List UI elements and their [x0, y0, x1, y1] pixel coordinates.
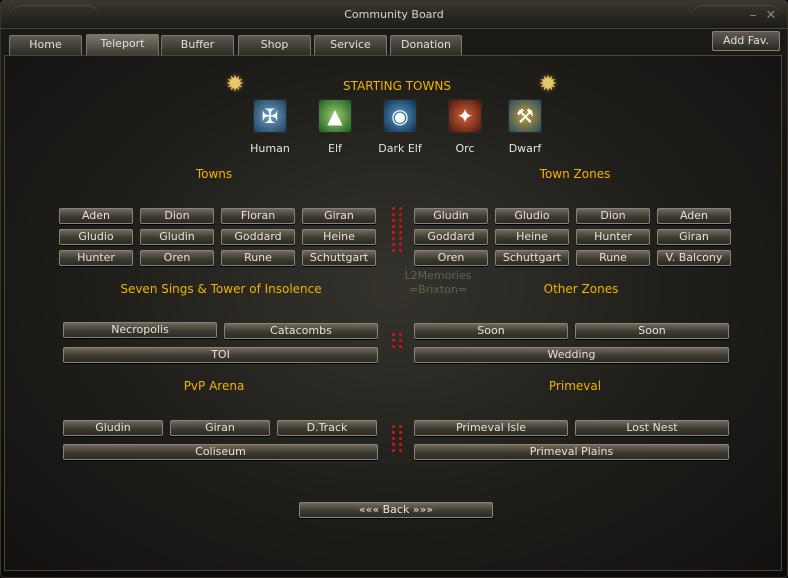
- lost-nest-button[interactable]: Lost Nest: [575, 420, 729, 436]
- sun-emblem-icon: ✹: [225, 72, 245, 97]
- zone-button-dion[interactable]: Dion: [576, 208, 650, 224]
- tab-buffer[interactable]: Buffer: [161, 35, 234, 55]
- dark-elf-crest-icon[interactable]: ◉: [383, 99, 417, 133]
- town-button-heine[interactable]: Heine: [302, 229, 376, 245]
- zone-button-schuttgart[interactable]: Schuttgart: [495, 250, 569, 266]
- zone-button-oren[interactable]: Oren: [414, 250, 488, 266]
- town-button-gludio[interactable]: Gludio: [59, 229, 133, 245]
- other-zone-soon-button[interactable]: Soon: [414, 323, 568, 339]
- primeval-isle-button[interactable]: Primeval Isle: [414, 420, 568, 436]
- zone-button-gludio[interactable]: Gludio: [495, 208, 569, 224]
- primeval-heading: Primeval: [548, 379, 602, 393]
- zone-button-aden[interactable]: Aden: [657, 208, 731, 224]
- add-fav-button[interactable]: Add Fav.: [712, 31, 780, 51]
- dwarf-crest-icon[interactable]: ⚒: [508, 99, 542, 133]
- toi-button[interactable]: TOI: [63, 347, 378, 363]
- town-button-gludin[interactable]: Gludin: [140, 229, 214, 245]
- towns-heading: Towns: [195, 167, 233, 181]
- sun-emblem-icon: ✹: [538, 72, 558, 97]
- catacombs-button[interactable]: Catacombs: [224, 323, 378, 339]
- race-label-dwarf: Dwarf: [508, 142, 542, 155]
- watermark-author: =Brixton=: [408, 283, 468, 296]
- town-button-giran[interactable]: Giran: [302, 208, 376, 224]
- seven-signs-heading: Seven Sings & Tower of Insolence: [120, 282, 322, 296]
- window-title: Community Board: [344, 8, 444, 21]
- separator-dots: [391, 425, 403, 455]
- necropolis-button[interactable]: Necropolis: [63, 322, 217, 338]
- other-zones-heading: Other Zones: [543, 282, 619, 296]
- zone-button-giran[interactable]: Giran: [657, 229, 731, 245]
- zone-button-rune[interactable]: Rune: [576, 250, 650, 266]
- town-button-aden[interactable]: Aden: [59, 208, 133, 224]
- zone-button-goddard[interactable]: Goddard: [414, 229, 488, 245]
- close-icon[interactable]: ✕: [764, 9, 778, 22]
- other-zone-soon-button[interactable]: Soon: [575, 323, 729, 339]
- watermark-server: L2Memories: [404, 269, 472, 282]
- back-button[interactable]: ««« Back »»»: [299, 502, 493, 518]
- minimize-icon[interactable]: –: [746, 9, 760, 22]
- pvp-arena-heading: PvP Arena: [183, 379, 245, 393]
- coliseum-button[interactable]: Coliseum: [63, 444, 378, 460]
- title-bar[interactable]: Community Board – ✕: [1, 1, 787, 29]
- tab-service[interactable]: Service: [314, 35, 387, 55]
- orc-crest-icon[interactable]: ✦: [448, 99, 482, 133]
- race-label-human: Human: [250, 142, 290, 155]
- town-zones-heading: Town Zones: [539, 167, 611, 181]
- town-button-rune[interactable]: Rune: [221, 250, 295, 266]
- tab-shop[interactable]: Shop: [238, 35, 311, 55]
- separator-dots: [391, 333, 403, 351]
- wedding-button[interactable]: Wedding: [414, 347, 729, 363]
- human-crest-icon[interactable]: ✠: [253, 99, 287, 133]
- tab-donation[interactable]: Donation: [390, 35, 462, 55]
- zone-button-v-balcony[interactable]: V. Balcony: [657, 250, 731, 266]
- arena-button-gludin[interactable]: Gludin: [63, 420, 163, 436]
- community-board-window: Community Board – ✕ Home Teleport Buffer…: [0, 0, 788, 578]
- elf-crest-icon[interactable]: ▲: [318, 99, 352, 133]
- zone-button-hunter[interactable]: Hunter: [576, 229, 650, 245]
- separator-dots: [391, 207, 403, 255]
- town-button-floran[interactable]: Floran: [221, 208, 295, 224]
- race-label-elf: Elf: [328, 142, 342, 155]
- tab-teleport[interactable]: Teleport: [86, 34, 159, 55]
- town-button-goddard[interactable]: Goddard: [221, 229, 295, 245]
- town-button-oren[interactable]: Oren: [140, 250, 214, 266]
- zone-button-heine[interactable]: Heine: [495, 229, 569, 245]
- town-button-schuttgart[interactable]: Schuttgart: [302, 250, 376, 266]
- race-label-dark-elf: Dark Elf: [378, 142, 422, 155]
- tab-home[interactable]: Home: [9, 35, 82, 55]
- arena-button-giran[interactable]: Giran: [170, 420, 270, 436]
- starting-towns-heading: STARTING TOWNS: [343, 79, 451, 93]
- primeval-plains-button[interactable]: Primeval Plains: [414, 444, 729, 460]
- town-button-dion[interactable]: Dion: [140, 208, 214, 224]
- arena-button-dtrack[interactable]: D.Track: [277, 420, 377, 436]
- town-button-hunter[interactable]: Hunter: [59, 250, 133, 266]
- zone-button-gludin[interactable]: Gludin: [414, 208, 488, 224]
